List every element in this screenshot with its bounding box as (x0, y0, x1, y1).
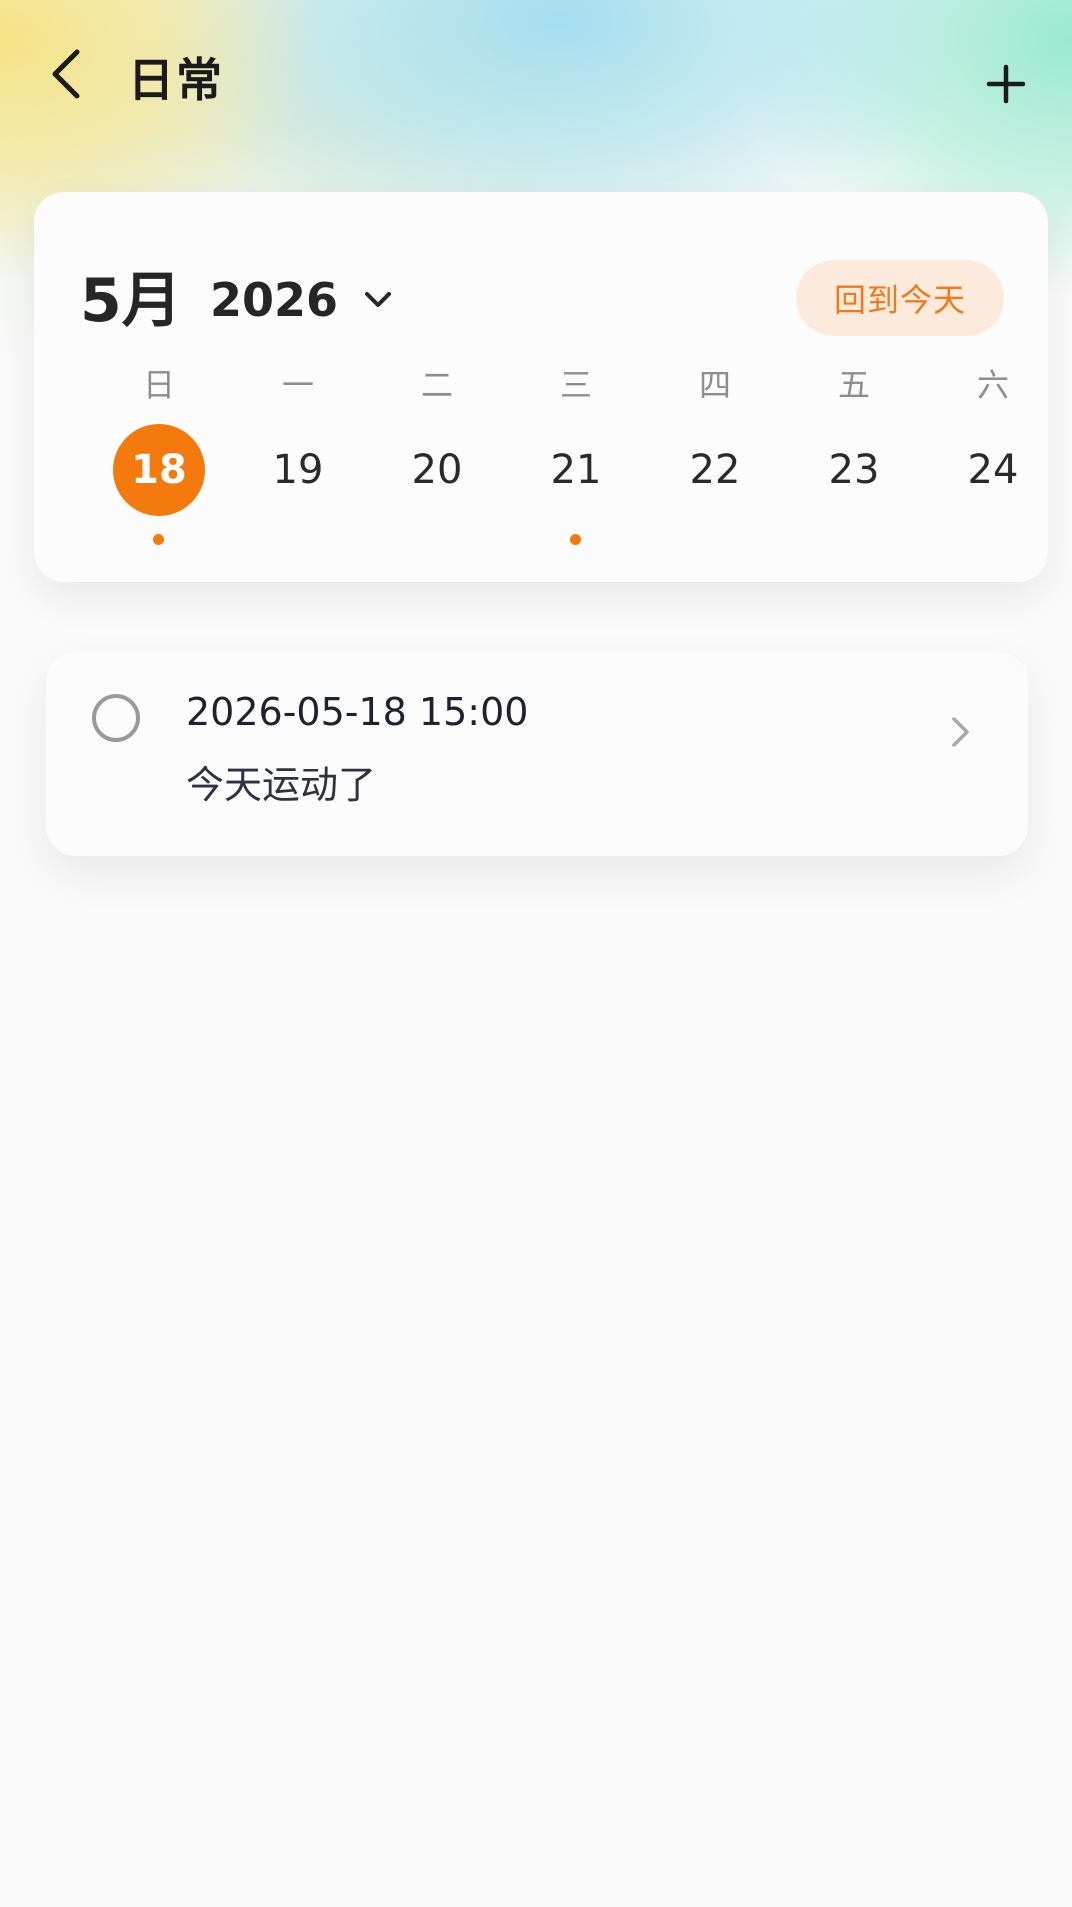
chevron-down-icon (364, 291, 392, 309)
calendar-card: 5月 2026 回到今天 日 一 二 三 四 五 六 18 19 20 21 2… (34, 192, 1048, 582)
calendar-day[interactable]: 24 (947, 424, 1039, 516)
plus-icon (986, 64, 1026, 104)
task-title: 今天运动了 (186, 763, 377, 807)
year-label: 2026 (210, 273, 339, 327)
calendar-day[interactable]: 22 (669, 424, 761, 516)
task-datetime: 2026-05-18 15:00 (186, 690, 529, 734)
weekday-label: 四 (698, 366, 731, 404)
weekday-label: 五 (837, 366, 870, 404)
event-dot (570, 534, 581, 545)
add-button[interactable] (978, 56, 1034, 112)
calendar-day[interactable]: 23 (808, 424, 900, 516)
calendar-day-selected[interactable]: 18 (113, 424, 205, 516)
task-checkbox[interactable] (92, 694, 140, 742)
page-title: 日常 (128, 53, 224, 107)
event-dot (153, 534, 164, 545)
calendar-day[interactable]: 21 (530, 424, 622, 516)
weekday-label: 二 (420, 366, 453, 404)
year-selector[interactable]: 2026 (210, 272, 392, 328)
back-to-today-button[interactable]: 回到今天 (796, 260, 1004, 336)
month-label: 5月 (80, 266, 182, 336)
calendar-day[interactable]: 20 (391, 424, 483, 516)
chevron-right-icon (946, 712, 976, 752)
top-bar: 日常 (0, 0, 1072, 160)
weekday-label: 日 (142, 366, 175, 404)
weekday-header-row: 日 一 二 三 四 五 六 (34, 360, 1048, 416)
date-row: 18 19 20 21 22 23 24 (34, 424, 1048, 554)
calendar-day[interactable]: 19 (252, 424, 344, 516)
chevron-left-icon (52, 49, 80, 99)
weekday-label: 六 (976, 366, 1009, 404)
task-card[interactable]: 2026-05-18 15:00 今天运动了 (46, 652, 1028, 856)
back-button[interactable] (40, 42, 92, 106)
weekday-label: 三 (559, 366, 592, 404)
weekday-label: 一 (281, 366, 314, 404)
